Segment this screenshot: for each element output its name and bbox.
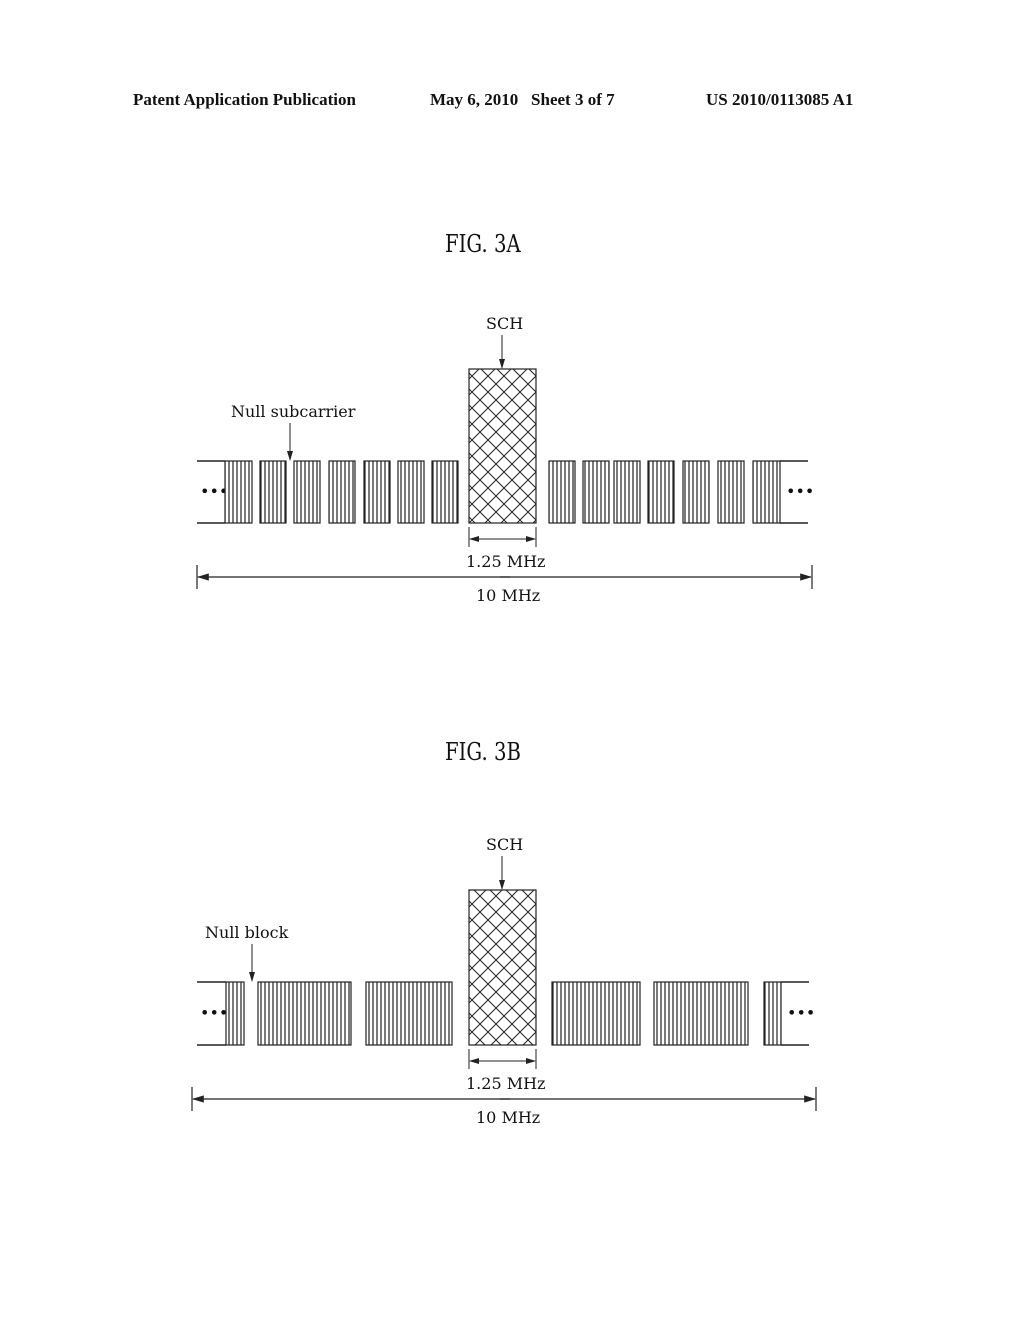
- subcarrier-block: [224, 460, 253, 524]
- right-ellipsis: •••: [786, 482, 814, 501]
- subcarrier-block: [752, 460, 781, 524]
- subcarrier-block: [682, 460, 710, 524]
- sch-label: SCH: [486, 835, 523, 854]
- sch-block: [468, 889, 537, 1046]
- subcarrier-block: [431, 460, 459, 524]
- fig-3a-diagram: ••• ••• SCH Null subcarrier 1.25 MHz 10 MHz: [196, 314, 814, 605]
- sch-bandwidth-label: 1.25 MHz: [466, 552, 545, 571]
- subcarrier-block: [582, 460, 610, 524]
- subcarrier-block: [653, 981, 749, 1046]
- subcarrier-block: [328, 460, 356, 524]
- subcarrier-block: [548, 460, 576, 524]
- left-ellipsis: •••: [200, 1004, 228, 1023]
- left-ellipsis: •••: [200, 482, 228, 501]
- subcarrier-block: [257, 981, 352, 1046]
- total-bandwidth-label: 10 MHz: [476, 586, 540, 605]
- subcarrier-block: [363, 460, 391, 524]
- subcarrier-block: [647, 460, 675, 524]
- right-ellipsis: •••: [787, 1004, 815, 1023]
- subcarrier-block: [259, 460, 287, 524]
- sch-label: SCH: [486, 314, 523, 333]
- null-label: Null subcarrier: [231, 402, 356, 421]
- total-bandwidth-label: 10 MHz: [476, 1108, 540, 1127]
- subcarrier-block: [365, 981, 453, 1046]
- fig-3b-diagram: ••• ••• SCH Null block 1.25 MHz 10 MHz: [191, 835, 817, 1127]
- sch-block: [468, 368, 537, 524]
- subcarrier-block: [613, 460, 641, 524]
- subcarrier-block: [763, 981, 782, 1046]
- subcarrier-block: [551, 981, 641, 1046]
- sch-bandwidth-label: 1.25 MHz: [466, 1074, 545, 1093]
- subcarrier-block: [293, 460, 321, 524]
- subcarrier-block: [397, 460, 425, 524]
- null-label: Null block: [205, 923, 289, 942]
- subcarrier-block: [225, 981, 245, 1046]
- subcarrier-block: [717, 460, 745, 524]
- figure-canvas: ••• ••• SCH Null subcarrier 1.25 MHz 10 MHz •…: [191, 314, 817, 1127]
